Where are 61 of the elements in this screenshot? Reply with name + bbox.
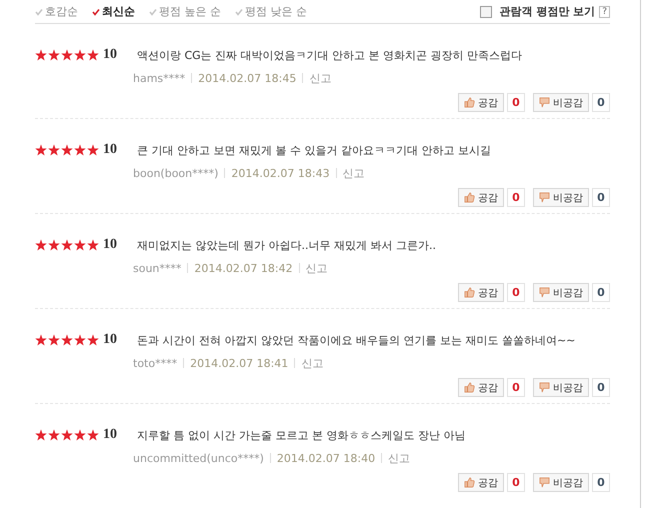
sort-tab[interactable]: 평점 높은 순 [149,4,221,19]
check-icon [149,8,157,16]
sort-tab[interactable]: 호감순 [35,4,78,19]
thumbs-down-icon [539,97,550,108]
like-count: 0 [507,188,525,207]
review-date: 2014.02.07 18:40 [276,452,376,464]
like-button[interactable]: 공감 [458,378,504,397]
score: 10 [103,237,118,253]
like-count: 0 [507,473,525,492]
user-id: toto**** [133,356,178,370]
review-text: 지루할 틈 없이 시간 가는줄 모르고 본 영화ㅎㅎ스케일도 장난 아님 [137,428,466,442]
review-date: 2014.02.07 18:45 [198,72,296,84]
dislike-button[interactable]: 비공감 [533,188,589,207]
like-button[interactable]: 공감 [458,188,504,207]
review-date: 2014.02.07 18:43 [231,166,330,180]
like-button[interactable]: 공감 [458,473,504,492]
thumbs-up-icon [464,97,475,108]
check-icon [92,8,100,16]
dislike-button[interactable]: 비공감 [533,93,589,112]
score: 10 [103,427,118,443]
review-text: 액션이랑 CG는 진짜 대박이었음ㅋ기대 안하고 본 영화치곤 굉장히 만족스럽다 [137,48,522,62]
score: 10 [103,332,118,348]
like-count: 0 [507,378,525,397]
score: 10 [103,142,118,158]
check-icon [35,8,43,16]
dislike-button[interactable]: 비공감 [533,378,589,397]
user-id: boon(boon****) [133,166,218,180]
review-text: 큰 기대 안하고 보면 재밌게 볼 수 있을거 같아요ㅋㅋ기대 안하고 보시길 [137,142,491,158]
user-id: uncommitted(unco****) [133,452,264,464]
thumbs-down-icon [539,382,550,393]
score: 10 [103,47,118,63]
thumbs-up-icon [464,477,475,488]
review-date: 2014.02.07 18:41 [190,356,288,370]
check-icon [235,8,243,16]
audience-filter-label[interactable]: 관람객 평점만 보기 [500,4,596,19]
review-text: 돈과 시간이 전혀 아깝지 않았던 작품이에요 배우들의 연기를 보는 재미도 쏠쏠하네여~~ [137,332,576,348]
thumbs-up-icon [464,382,475,393]
dislike-count: 0 [592,93,610,112]
help-icon[interactable]: ? [599,6,610,18]
sort-tab[interactable]: 최신순 [92,4,135,19]
thumbs-down-icon [539,287,550,298]
thumbs-up-icon [464,287,475,298]
user-id: soun**** [133,262,182,274]
dislike-button[interactable]: 비공감 [533,473,589,492]
like-count: 0 [507,283,525,302]
thumbs-up-icon [464,192,475,203]
audience-checkbox[interactable] [480,6,492,18]
dislike-count: 0 [592,188,610,207]
like-count: 0 [507,93,525,112]
dislike-count: 0 [592,283,610,302]
like-button[interactable]: 공감 [458,93,504,112]
sort-tab[interactable]: 평점 낮은 순 [235,4,307,19]
like-button[interactable]: 공감 [458,283,504,302]
review-date: 2014.02.07 18:42 [194,262,293,274]
dislike-count: 0 [592,473,610,492]
thumbs-down-icon [539,192,550,203]
dislike-count: 0 [592,378,610,397]
dislike-button[interactable]: 비공감 [533,283,589,302]
thumbs-down-icon [539,477,550,488]
user-id: hams**** [133,72,186,84]
review-text: 재미없지는 않았는데 뭔가 아쉽다..너무 재밌게 봐서 그른가.. [137,238,436,252]
